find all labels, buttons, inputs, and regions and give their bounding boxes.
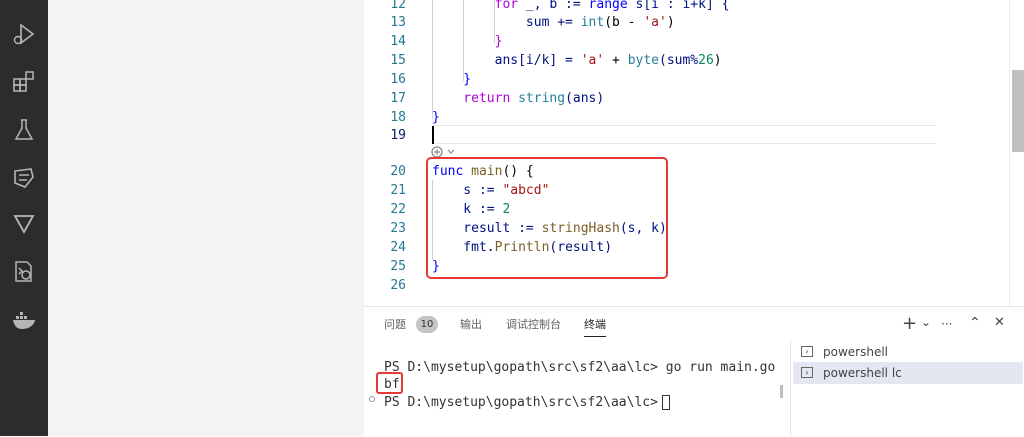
- tab-debug-console[interactable]: 调试控制台: [506, 317, 561, 333]
- more-actions-icon[interactable]: ···: [941, 317, 952, 331]
- line-number: 22: [390, 202, 406, 217]
- line-number: 25: [390, 259, 406, 274]
- terminal-item[interactable]: › powershell lc: [793, 362, 1023, 384]
- run-debug-icon[interactable]: [10, 20, 38, 48]
- new-terminal-button[interactable]: +: [902, 313, 917, 334]
- terminal-item[interactable]: › powershell: [793, 341, 1023, 363]
- git-graph-icon[interactable]: [10, 164, 38, 192]
- line-number: 16: [390, 72, 406, 87]
- docker-icon[interactable]: [10, 306, 38, 334]
- code-action-icon[interactable]: [430, 144, 458, 158]
- code-line-13: sum += int(b - 'a'): [432, 15, 675, 30]
- terminal-prompt[interactable]: PS D:\mysetup\gopath\src\sf2\aa\lc>: [384, 394, 670, 411]
- line-number: 24: [390, 240, 406, 255]
- line-number: 26: [390, 278, 406, 293]
- editor-scrollbar-track[interactable]: [1009, 0, 1024, 306]
- tab-output[interactable]: 输出: [460, 317, 482, 333]
- maximize-panel-icon[interactable]: ⌃: [969, 315, 981, 331]
- filter-icon[interactable]: [10, 210, 38, 238]
- line-number: 14: [390, 34, 406, 49]
- line-number: 15: [390, 53, 406, 68]
- testing-icon[interactable]: [10, 116, 38, 144]
- line-number: 23: [390, 221, 406, 236]
- close-panel-icon[interactable]: ✕: [994, 315, 1005, 330]
- text-caret: [432, 126, 434, 144]
- terminal-cursor: [661, 395, 670, 410]
- line-number: 18: [390, 110, 406, 125]
- line-number: 20: [390, 164, 406, 179]
- activity-bar: [0, 0, 48, 436]
- line-number: 17: [390, 91, 406, 106]
- terminal-line: PS D:\mysetup\gopath\src\sf2\aa\lc> go r…: [384, 360, 776, 375]
- terminal-decoration-icon[interactable]: [369, 396, 375, 402]
- code-line-12: for _, b := range s[i : i+k] {: [432, 0, 730, 12]
- line-number: 21: [390, 183, 406, 198]
- terminal-list: › powershell › powershell lc: [790, 340, 1024, 436]
- code-line-16: }: [432, 72, 472, 87]
- line-number: 12: [390, 0, 406, 12]
- terminal-icon: ›: [801, 346, 813, 357]
- problems-count-badge: 10: [416, 316, 438, 333]
- code-line-14: }: [432, 34, 503, 49]
- highlight-box-output: [376, 372, 403, 394]
- terminal-icon: ›: [801, 367, 813, 378]
- terminal-scrollbar[interactable]: [780, 385, 783, 398]
- code-line-17: return string(ans): [432, 91, 605, 106]
- current-line-highlight: [432, 125, 936, 144]
- code-line-15: ans[i/k] = 'a' + byte(sum%26): [432, 53, 722, 68]
- highlight-box-main-func: [426, 157, 668, 279]
- tab-terminal[interactable]: 终端: [584, 317, 606, 337]
- tab-problems[interactable]: 问题: [384, 317, 406, 333]
- editor-scrollbar-thumb[interactable]: [1012, 70, 1024, 152]
- line-number: 19: [390, 128, 406, 143]
- sidebar: [48, 0, 364, 436]
- extensions-icon[interactable]: [10, 68, 38, 96]
- terminal-dropdown-icon[interactable]: ⌄: [921, 315, 931, 329]
- remote-explorer-icon[interactable]: [10, 258, 38, 286]
- line-number: 13: [390, 15, 406, 30]
